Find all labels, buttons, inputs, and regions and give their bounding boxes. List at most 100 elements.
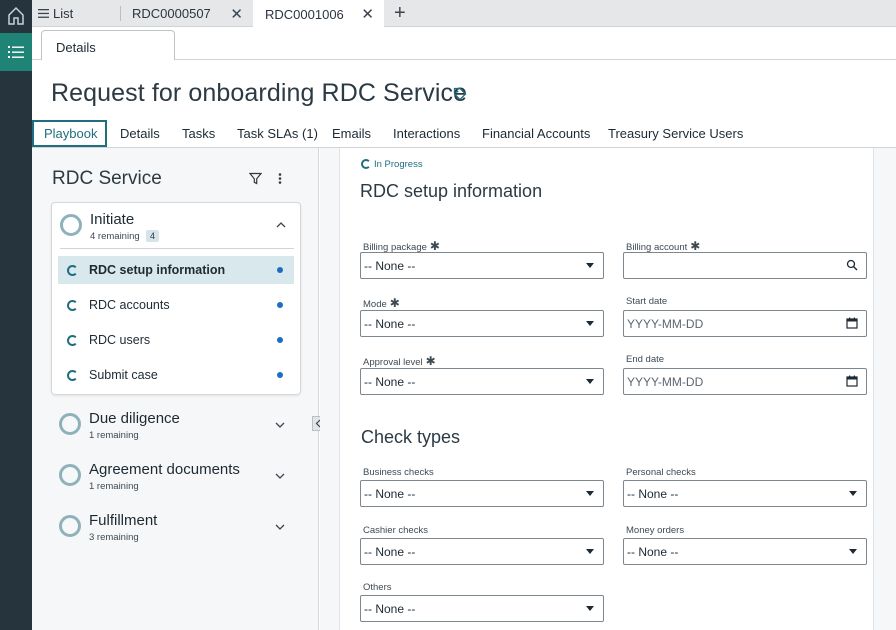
tab-rdc0001006[interactable]: RDC0001006 ✕: [253, 0, 384, 28]
billing-package-select[interactable]: -- None --: [360, 252, 604, 279]
dropdown-caret-icon: [586, 549, 594, 554]
mode-label: Mode ✱: [363, 296, 400, 310]
select-value: -- None --: [364, 375, 416, 389]
approval-level-label: Approval level ✱: [363, 354, 436, 368]
home-button[interactable]: [0, 0, 32, 32]
tab-interactions[interactable]: Interactions: [393, 120, 460, 147]
in-progress-icon: [67, 335, 78, 346]
approval-level-select[interactable]: -- None --: [360, 368, 604, 395]
activity-rdc-accounts[interactable]: RDC accounts: [58, 291, 294, 319]
start-date-label: Start date: [626, 296, 668, 307]
dropdown-caret-icon: [586, 321, 594, 326]
tab-details[interactable]: Details: [120, 120, 160, 147]
tab-emails[interactable]: Emails: [332, 120, 371, 147]
pending-dot: [277, 267, 283, 273]
filter-button[interactable]: [248, 172, 263, 190]
section-title: Check types: [361, 427, 461, 447]
select-value: -- None --: [364, 602, 416, 616]
in-progress-icon: [67, 265, 78, 276]
chevron-up-icon: [276, 222, 286, 228]
tab-playbook[interactable]: Playbook: [32, 120, 107, 147]
section-title: RDC setup information: [360, 181, 543, 201]
activity-rdc-users[interactable]: RDC users: [58, 326, 294, 354]
list-icon: [8, 46, 24, 58]
activity-label: RDC accounts: [89, 298, 170, 312]
tab-label: RDC0001006: [265, 6, 344, 22]
cashier-checks-select[interactable]: -- None --: [360, 538, 604, 565]
dropdown-caret-icon: [586, 263, 594, 268]
tab-treasury-service-users[interactable]: Treasury Service Users: [608, 120, 743, 147]
record-view: Request for onboarding RDC Service Playb…: [32, 60, 896, 630]
search-button[interactable]: [846, 259, 858, 274]
date-placeholder: YYYY-MM-DD: [627, 375, 704, 389]
select-value: -- None --: [364, 487, 416, 501]
stage-name: Due diligence: [89, 410, 180, 427]
stage-remaining: 3 remaining: [89, 532, 139, 543]
record-tab-bar: Playbook Details Tasks Task SLAs (1) Ema…: [32, 120, 896, 148]
cashier-checks-label: Cashier checks: [363, 525, 428, 536]
dropdown-caret-icon: [849, 549, 857, 554]
status-indicator: In Progress: [361, 159, 423, 170]
calendar-icon: [846, 317, 858, 329]
end-date-label: End date: [626, 354, 665, 365]
dropdown-caret-icon: [586, 379, 594, 384]
stage-progress-ring: [59, 413, 81, 435]
activity-submit-case[interactable]: Submit case: [58, 361, 294, 389]
stage-progress-ring: [59, 464, 81, 486]
close-icon[interactable]: ✕: [361, 5, 374, 23]
personal-checks-select[interactable]: -- None --: [623, 480, 867, 507]
select-value: -- None --: [627, 545, 679, 559]
start-date-field[interactable]: YYYY-MM-DD: [623, 310, 867, 337]
stage-remaining: 1 remaining: [89, 430, 139, 441]
tag-button[interactable]: [453, 87, 467, 106]
tab-details[interactable]: Details: [41, 30, 175, 61]
stage-toggle[interactable]: [275, 418, 285, 432]
tab-task-slas[interactable]: Task SLAs (1): [237, 120, 318, 147]
tab-list[interactable]: List: [38, 0, 118, 27]
stage-toggle[interactable]: [275, 469, 285, 483]
stage-initiate: Initiate 4 remaining 4 RDC setup informa…: [51, 202, 301, 395]
stage-progress-ring: [59, 515, 81, 537]
pending-dot: [277, 302, 283, 308]
dropdown-caret-icon: [849, 491, 857, 496]
status-text: In Progress: [374, 159, 423, 170]
tab-tasks[interactable]: Tasks: [182, 120, 215, 147]
in-progress-icon: [67, 300, 78, 311]
stage-name: Initiate: [90, 211, 135, 228]
playbook-panel: RDC Service Initiate 4 remaining 4 RDC s…: [32, 148, 319, 630]
dropdown-caret-icon: [586, 606, 594, 611]
others-select[interactable]: -- None --: [360, 595, 604, 622]
tag-icon: [453, 87, 467, 101]
select-value: -- None --: [364, 317, 416, 331]
dropdown-caret-icon: [586, 491, 594, 496]
home-icon: [8, 6, 24, 25]
calendar-button[interactable]: [846, 375, 858, 390]
new-tab-button[interactable]: +: [394, 1, 406, 25]
pending-dot: [277, 372, 283, 378]
tab-financial-accounts[interactable]: Financial Accounts: [482, 120, 590, 147]
filter-icon: [248, 172, 263, 185]
stage-toggle[interactable]: [275, 520, 285, 534]
end-date-field[interactable]: YYYY-MM-DD: [623, 368, 867, 395]
tab-rdc0000507[interactable]: RDC0000507 ✕: [121, 0, 253, 27]
money-orders-select[interactable]: -- None --: [623, 538, 867, 565]
more-vertical-icon: [278, 173, 282, 184]
more-button[interactable]: [277, 172, 283, 190]
activity-label: RDC users: [89, 333, 151, 347]
billing-account-lookup[interactable]: [623, 252, 867, 279]
close-icon[interactable]: ✕: [230, 5, 243, 23]
others-label: Others: [363, 582, 392, 593]
activity-label: Submit case: [89, 368, 158, 382]
activity-rdc-setup-information[interactable]: RDC setup information: [58, 256, 294, 284]
mode-select[interactable]: -- None --: [360, 310, 604, 337]
calendar-button[interactable]: [846, 317, 858, 332]
select-value: -- None --: [364, 545, 416, 559]
activity-form-panel: In Progress RDC setup information Billin…: [320, 148, 896, 630]
chevron-down-icon: [275, 473, 285, 479]
list-nav-button[interactable]: [0, 33, 32, 71]
business-checks-select[interactable]: -- None --: [360, 480, 604, 507]
record-subtabs: Details: [32, 28, 896, 61]
stage-toggle[interactable]: [276, 217, 286, 231]
personal-checks-label: Personal checks: [626, 467, 696, 478]
select-value: -- None --: [364, 259, 416, 273]
